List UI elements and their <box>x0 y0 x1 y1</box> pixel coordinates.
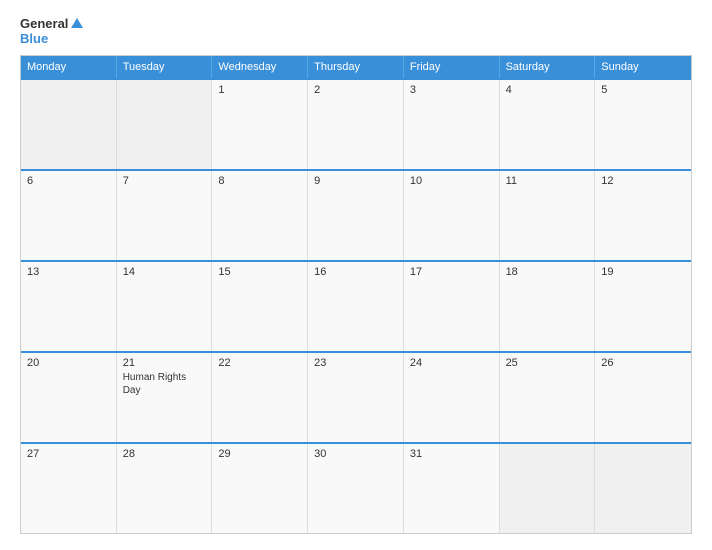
day-cell: 7 <box>117 171 213 260</box>
day-number: 25 <box>506 357 589 369</box>
day-cell: 2 <box>308 80 404 169</box>
day-number: 18 <box>506 266 589 278</box>
day-cell: 19 <box>595 262 691 351</box>
day-header-tuesday: Tuesday <box>117 56 213 78</box>
day-cell: 4 <box>500 80 596 169</box>
day-cell: 5 <box>595 80 691 169</box>
day-cell: 6 <box>21 171 117 260</box>
day-headers-row: MondayTuesdayWednesdayThursdayFridaySatu… <box>21 56 691 78</box>
day-number: 21 <box>123 357 206 369</box>
day-number: 31 <box>410 448 493 460</box>
day-cell: 15 <box>212 262 308 351</box>
day-number: 30 <box>314 448 397 460</box>
day-cell: 9 <box>308 171 404 260</box>
day-cell: 23 <box>308 353 404 442</box>
week-row-4: 20 21 Human Rights Day 22 23 24 25 26 <box>21 351 691 442</box>
day-number: 5 <box>601 84 685 96</box>
day-cell <box>117 80 213 169</box>
day-cell: 25 <box>500 353 596 442</box>
day-cell: 24 <box>404 353 500 442</box>
day-cell <box>500 444 596 533</box>
day-number: 14 <box>123 266 206 278</box>
day-header-sunday: Sunday <box>595 56 691 78</box>
day-cell: 22 <box>212 353 308 442</box>
day-cell: 18 <box>500 262 596 351</box>
day-cell: 29 <box>212 444 308 533</box>
day-number: 19 <box>601 266 685 278</box>
day-number: 29 <box>218 448 301 460</box>
logo-blue-text: Blue <box>20 32 48 45</box>
day-cell: 17 <box>404 262 500 351</box>
day-number: 7 <box>123 175 206 187</box>
event-label: Human Rights Day <box>123 371 206 397</box>
day-cell: 1 <box>212 80 308 169</box>
logo-triangle-icon <box>71 18 83 28</box>
day-cell: 11 <box>500 171 596 260</box>
day-cell: 13 <box>21 262 117 351</box>
header: General Blue <box>20 16 692 45</box>
day-number: 13 <box>27 266 110 278</box>
calendar-grid: MondayTuesdayWednesdayThursdayFridaySatu… <box>20 55 692 534</box>
day-number: 3 <box>410 84 493 96</box>
day-cell: 30 <box>308 444 404 533</box>
day-number: 11 <box>506 175 589 187</box>
day-cell: 21 Human Rights Day <box>117 353 213 442</box>
day-number: 26 <box>601 357 685 369</box>
week-row-3: 13 14 15 16 17 18 19 <box>21 260 691 351</box>
day-cell: 27 <box>21 444 117 533</box>
day-number: 2 <box>314 84 397 96</box>
calendar-weeks: 123456789101112131415161718192021Human R… <box>21 78 691 533</box>
day-number: 17 <box>410 266 493 278</box>
day-cell: 20 <box>21 353 117 442</box>
logo-general-text: General <box>20 16 68 32</box>
day-cell: 16 <box>308 262 404 351</box>
day-number: 9 <box>314 175 397 187</box>
day-cell <box>21 80 117 169</box>
day-cell: 12 <box>595 171 691 260</box>
day-number: 1 <box>218 84 301 96</box>
day-cell: 8 <box>212 171 308 260</box>
day-header-friday: Friday <box>404 56 500 78</box>
day-number: 4 <box>506 84 589 96</box>
day-number: 20 <box>27 357 110 369</box>
day-number: 10 <box>410 175 493 187</box>
week-row-1: 1 2 3 45 <box>21 78 691 169</box>
day-cell: 28 <box>117 444 213 533</box>
day-number: 24 <box>410 357 493 369</box>
day-cell: 14 <box>117 262 213 351</box>
week-row-2: 6 78 9 10 11 12 <box>21 169 691 260</box>
logo: General Blue <box>20 16 83 45</box>
day-number: 28 <box>123 448 206 460</box>
day-number: 16 <box>314 266 397 278</box>
day-cell: 26 <box>595 353 691 442</box>
week-row-5: 27 28 29 30 31 <box>21 442 691 533</box>
day-cell <box>595 444 691 533</box>
day-header-monday: Monday <box>21 56 117 78</box>
calendar-page: General Blue MondayTuesdayWednesdayThurs… <box>0 0 712 550</box>
day-cell: 10 <box>404 171 500 260</box>
day-number: 6 <box>27 175 110 187</box>
day-number: 27 <box>27 448 110 460</box>
day-header-saturday: Saturday <box>500 56 596 78</box>
day-number: 15 <box>218 266 301 278</box>
day-number: 23 <box>314 357 397 369</box>
day-cell: 31 <box>404 444 500 533</box>
day-number: 22 <box>218 357 301 369</box>
day-number: 12 <box>601 175 685 187</box>
day-cell: 3 <box>404 80 500 169</box>
day-header-wednesday: Wednesday <box>212 56 308 78</box>
day-number: 8 <box>218 175 301 187</box>
day-header-thursday: Thursday <box>308 56 404 78</box>
